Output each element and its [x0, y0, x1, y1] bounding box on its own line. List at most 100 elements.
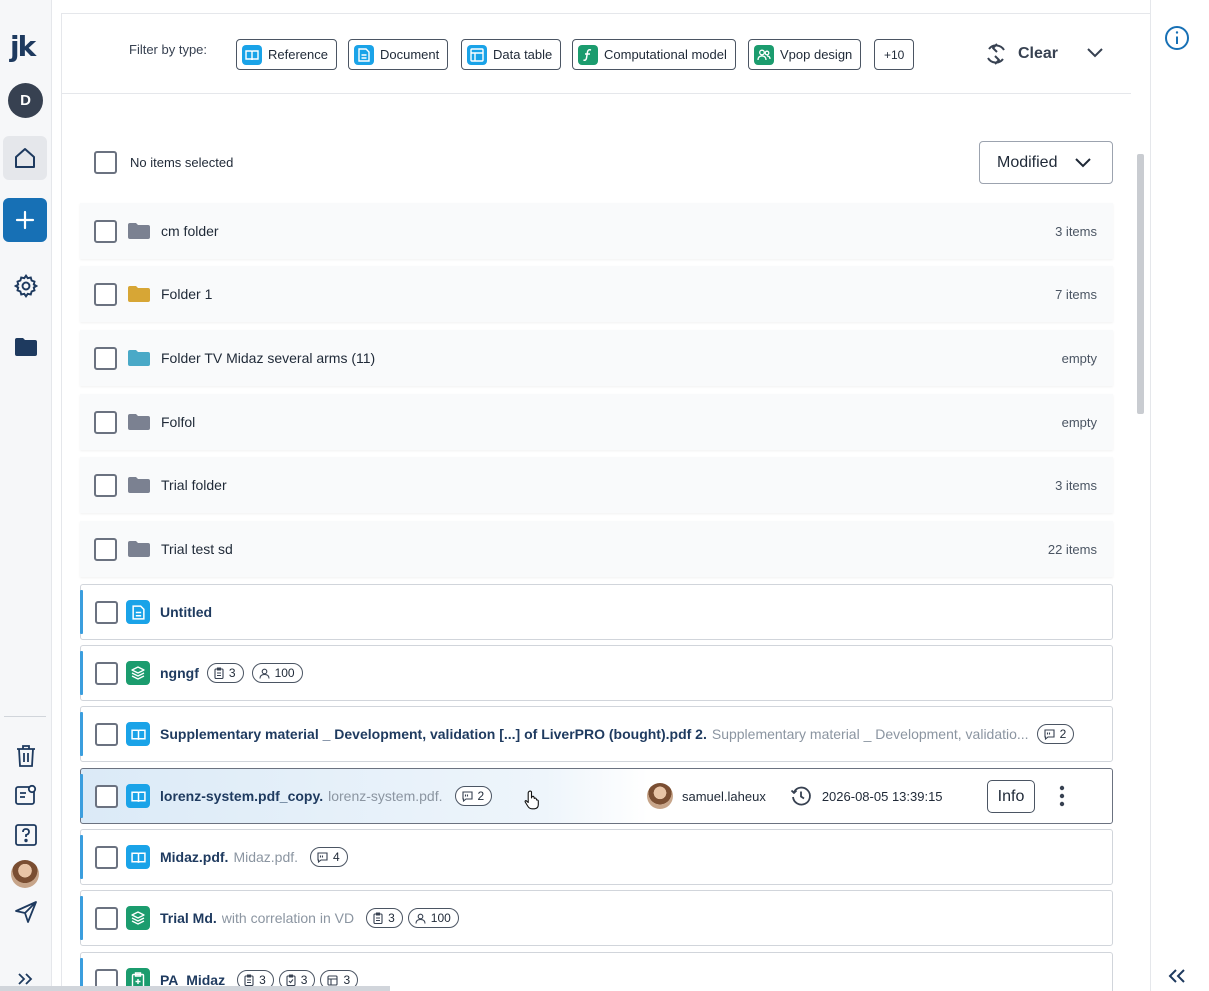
folder-icon [128, 350, 150, 366]
clear-filters-button[interactable]: Clear [984, 41, 1058, 67]
item-title: Untitled [160, 604, 213, 620]
app-logo[interactable]: jk [10, 30, 36, 63]
info-button[interactable]: Info [987, 780, 1035, 813]
filter-chip-reference[interactable]: Reference [236, 39, 337, 70]
folders-button[interactable] [13, 334, 39, 360]
row-checkbox[interactable] [95, 845, 118, 869]
horizontal-scrollbar[interactable] [0, 986, 390, 991]
item-subtitle: Midaz.pdf. [233, 849, 299, 865]
folder-name: Folfol [161, 414, 196, 430]
row-checkbox[interactable] [94, 537, 117, 561]
list-item[interactable]: Trial Md. with correlation in VD 3 100 [80, 890, 1113, 946]
filter-chip-data-table[interactable]: Data table [461, 39, 562, 70]
list-item[interactable]: Midaz.pdf. Midaz.pdf. 4 [80, 829, 1113, 885]
folder-icon [128, 223, 150, 239]
info-panel-button[interactable] [1164, 25, 1190, 56]
home-button[interactable] [3, 136, 47, 180]
double-chevron-right-icon [18, 973, 33, 985]
create-new-button[interactable] [3, 198, 47, 242]
refresh-icon [987, 43, 1005, 65]
folder-icon [15, 338, 37, 356]
vertical-scrollbar[interactable] [1137, 154, 1144, 414]
list-item[interactable]: Untitled [80, 584, 1113, 640]
collapse-panel-button[interactable] [1167, 968, 1187, 989]
row-checkbox[interactable] [94, 219, 117, 243]
row-checkbox[interactable] [95, 906, 118, 930]
item-subtitle: Supplementary material _ Development, va… [711, 726, 1029, 742]
owner-avatar [647, 783, 673, 809]
comments-count-badge: 2 [454, 786, 493, 806]
folder-row[interactable]: Trial folder 3 items [80, 457, 1113, 513]
filter-chip-computational-model[interactable]: Computational model [572, 39, 736, 70]
folder-row[interactable]: cm folder 3 items [80, 203, 1113, 259]
send-feedback-button[interactable] [13, 899, 39, 925]
row-checkbox[interactable] [94, 282, 117, 306]
hand-cursor-icon [524, 790, 539, 810]
clipboard-icon [373, 912, 383, 924]
send-icon [15, 901, 37, 923]
list-item[interactable]: ngngf 3 100 [80, 645, 1113, 701]
right-panel [1150, 0, 1209, 991]
person-icon [259, 668, 270, 679]
settings-button[interactable] [13, 273, 39, 299]
kebab-menu-icon [1059, 785, 1065, 807]
folder-name: cm folder [161, 223, 219, 239]
clipboard-count-badge: 3 [206, 663, 244, 683]
left-sidebar: jk D [0, 0, 52, 991]
item-meta: samuel.laheux 2026-08-05 13:39:15 [647, 769, 943, 823]
select-all-checkbox[interactable] [94, 151, 117, 174]
list-item[interactable]: lorenz-system.pdf_copy. lorenz-system.pd… [80, 768, 1113, 824]
item-title: Trial Md. [160, 910, 217, 926]
main-content: Filter by type: Reference Document Data … [61, 13, 1150, 991]
row-checkbox[interactable] [95, 722, 118, 746]
filter-chip-label: Document [380, 47, 440, 62]
workspace-avatar[interactable]: D [8, 83, 43, 118]
filter-chip-vpop-design[interactable]: Vpop design [748, 39, 862, 70]
home-icon [15, 148, 35, 168]
more-options-button[interactable] [1059, 785, 1065, 812]
row-checkbox[interactable] [95, 600, 118, 624]
folder-count: empty [1061, 414, 1097, 430]
list-item[interactable]: Supplementary material _ Development, va… [80, 706, 1113, 762]
filter-expand-button[interactable] [1086, 45, 1104, 63]
row-checkbox[interactable] [95, 661, 118, 685]
user-avatar[interactable] [11, 860, 39, 888]
folder-count: 7 items [1055, 286, 1097, 302]
filter-chip-label: Reference [268, 47, 328, 62]
filter-bar: Filter by type: Reference Document Data … [62, 14, 1131, 94]
folder-row[interactable]: Folder TV Midaz several arms (11) empty [80, 330, 1113, 386]
chevron-down-icon [1075, 158, 1091, 168]
layers-icon [126, 906, 150, 930]
info-icon [1165, 26, 1189, 50]
row-checkbox[interactable] [94, 346, 117, 370]
item-subtitle: lorenz-system.pdf. [328, 788, 443, 804]
contacts-button[interactable] [13, 782, 39, 808]
gear-icon [13, 274, 39, 298]
subjects-count-badge: 100 [251, 663, 303, 683]
folder-row[interactable]: Folfol empty [80, 394, 1113, 450]
sort-dropdown[interactable]: Modified [979, 141, 1113, 184]
history-icon [790, 786, 811, 806]
help-button[interactable] [13, 822, 39, 848]
reference-icon [126, 784, 150, 808]
document-icon [126, 600, 150, 624]
trash-button[interactable] [13, 743, 39, 769]
people-icon [754, 44, 774, 65]
row-checkbox[interactable] [94, 410, 117, 434]
folder-row[interactable]: Trial test sd 22 items [80, 521, 1113, 577]
chevron-down-icon [1087, 48, 1103, 58]
filter-more-button[interactable]: +10 [874, 39, 915, 70]
comment-icon [1044, 728, 1055, 740]
sort-label: Modified [997, 153, 1058, 171]
folder-count: 3 items [1055, 223, 1097, 239]
folder-row[interactable]: Folder 1 7 items [80, 266, 1113, 322]
select-all: No items selected [94, 151, 233, 174]
item-title: ngngf [160, 665, 199, 681]
row-checkbox[interactable] [94, 473, 117, 497]
filter-chip-document[interactable]: Document [348, 39, 449, 70]
row-checkbox[interactable] [95, 784, 118, 808]
folder-icon [128, 477, 150, 493]
clipboard-icon [214, 667, 224, 679]
folder-name: Trial test sd [161, 541, 233, 557]
folder-count: empty [1061, 350, 1097, 366]
